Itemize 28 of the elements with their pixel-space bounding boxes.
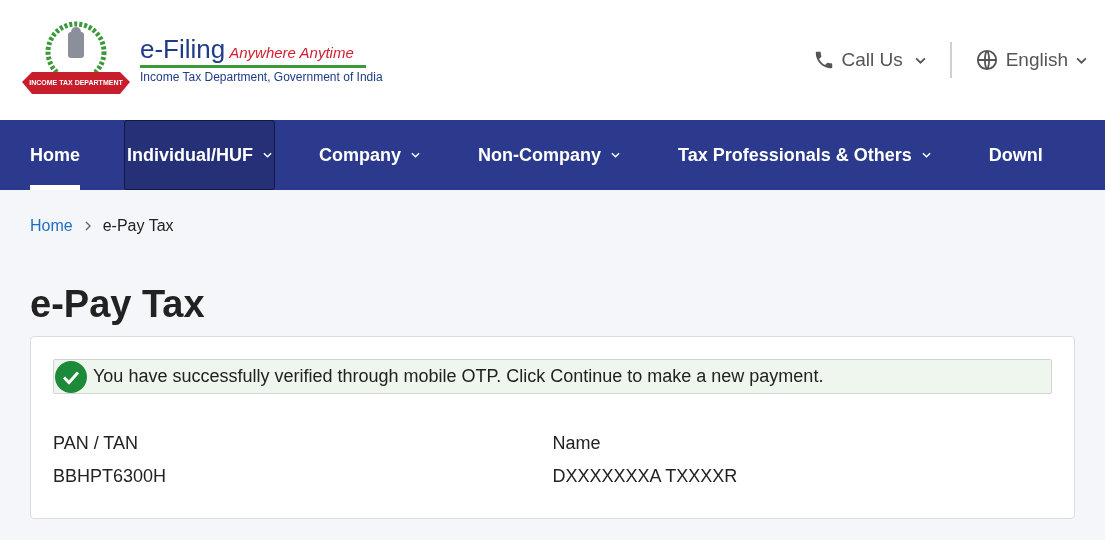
breadcrumb-current: e-Pay Tax [102, 216, 174, 236]
language-button[interactable]: English [975, 45, 1087, 75]
chevron-right-icon [84, 221, 91, 231]
breadcrumb-link[interactable]: Home [30, 214, 73, 238]
nav-tab[interactable]: Company [319, 120, 421, 190]
nav-tab[interactable]: Tax Professionals & Others [678, 120, 931, 190]
logo-subtitle: Income Tax Department, Government of India [140, 68, 383, 86]
field-value: DXXXXXXXA TXXXXR [552, 465, 739, 488]
nav-tab[interactable]: Downl [988, 120, 1043, 190]
field-label: PAN / TAN [53, 432, 140, 455]
field-value: BBHPT6300H [53, 465, 168, 488]
chevron-down-icon [914, 56, 926, 64]
nav-tab[interactable]: Home [30, 120, 80, 190]
chevron-down-icon [411, 152, 421, 158]
nav-tab[interactable]: Individual/HUF [124, 120, 275, 190]
check-circle-icon [55, 360, 87, 393]
field-label: Name [552, 432, 602, 455]
chevron-down-icon [611, 152, 621, 158]
chevron-down-icon [921, 152, 931, 158]
call-us-button[interactable]: Call Us [813, 45, 926, 75]
chevron-down-icon [263, 152, 272, 158]
page-title: e-Pay Tax [29, 282, 206, 326]
logo-title: e-Filing [140, 34, 226, 65]
globe-icon [975, 49, 998, 71]
success-message: You have successfully verified through mobile OTP. Click Continue to make a new payment. [93, 365, 824, 388]
logo-tagline: Anywhere Anytime [229, 43, 354, 64]
nav-tab[interactable]: Non-Company [478, 120, 621, 190]
chevron-down-icon [1076, 56, 1087, 64]
